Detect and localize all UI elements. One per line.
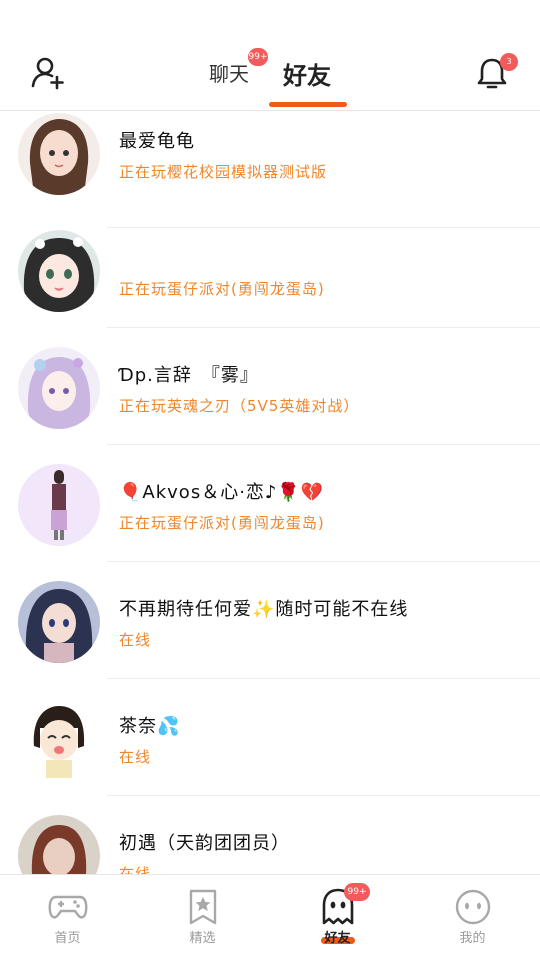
friend-status: 正在玩樱花校园模拟器测试版 — [119, 163, 328, 181]
star-bookmark-icon — [189, 889, 217, 925]
friend-row[interactable]: Ɗp.言辞 『雾』 正在玩英魂之刃（5V5英雄对战） — [0, 328, 540, 445]
friend-row[interactable]: 不再期待任何爱✨随时可能不在线 在线 — [0, 562, 540, 679]
friend-row[interactable]: 正在玩蛋仔派对(勇闯龙蛋岛) — [0, 211, 540, 328]
friends-tab-badge: 99+ — [344, 883, 370, 901]
chat-unread-badge: 99+ — [248, 48, 268, 66]
face-icon — [455, 889, 491, 925]
avatar[interactable] — [18, 815, 100, 874]
tab-home[interactable]: 首页 — [0, 875, 135, 961]
friend-row[interactable]: 初遇（天韵团团员） 在线 — [0, 796, 540, 874]
friend-name: 茶奈💦 — [119, 716, 181, 737]
tab-chat[interactable]: 聊天 — [209, 58, 249, 87]
avatar[interactable] — [18, 347, 100, 429]
friend-name: 🎈Akvos＆心·恋♪🌹💔 — [119, 482, 325, 503]
notification-badge: 3 — [500, 53, 518, 71]
tab-me-label: 我的 — [459, 931, 486, 946]
bottom-tab-bar: 首页 精选 好友 我的 — [0, 874, 540, 961]
friend-row[interactable]: 🎈Akvos＆心·恋♪🌹💔 正在玩蛋仔派对(勇闯龙蛋岛) — [0, 445, 540, 562]
avatar[interactable] — [18, 581, 100, 663]
friend-status: 正在玩蛋仔派对(勇闯龙蛋岛) — [119, 514, 325, 532]
avatar[interactable] — [18, 698, 100, 780]
active-tab-indicator — [269, 102, 347, 107]
friend-status: 正在玩英魂之刃（5V5英雄对战） — [119, 397, 360, 415]
avatar[interactable] — [18, 230, 100, 312]
friend-status: 在线 — [119, 631, 152, 649]
friend-status: 在线 — [119, 865, 152, 874]
tab-featured[interactable]: 精选 — [135, 875, 270, 961]
friend-name: 最爱龟龟 — [119, 131, 195, 152]
tab-home-label: 首页 — [54, 931, 81, 946]
tab-featured-label: 精选 — [189, 931, 216, 946]
tab-friends[interactable]: 好友 — [283, 56, 331, 91]
avatar[interactable] — [18, 464, 100, 546]
friend-list: 最爱龟龟 正在玩樱花校园模拟器测试版 正在玩蛋仔派对(勇闯龙蛋岛) Ɗp.言辞 … — [0, 111, 540, 874]
top-header: 聊天 99+ 好友 3 — [0, 0, 540, 111]
friend-status: 正在玩蛋仔派对(勇闯龙蛋岛) — [119, 280, 325, 298]
tab-me[interactable]: 我的 — [405, 875, 540, 961]
friend-row[interactable]: 茶奈💦 在线 — [0, 679, 540, 796]
gamepad-icon — [48, 895, 88, 919]
top-tabs: 聊天 99+ 好友 — [0, 48, 540, 108]
friend-status: 在线 — [119, 748, 152, 766]
tab-friends-label: 好友 — [324, 931, 351, 946]
friend-name: 初遇（天韵团团员） — [119, 833, 290, 854]
friend-name: Ɗp.言辞 『雾』 — [119, 365, 259, 386]
tab-friends-bottom[interactable]: 好友 — [270, 875, 405, 961]
avatar[interactable] — [18, 113, 100, 195]
friend-name: 不再期待任何爱✨随时可能不在线 — [119, 599, 409, 620]
